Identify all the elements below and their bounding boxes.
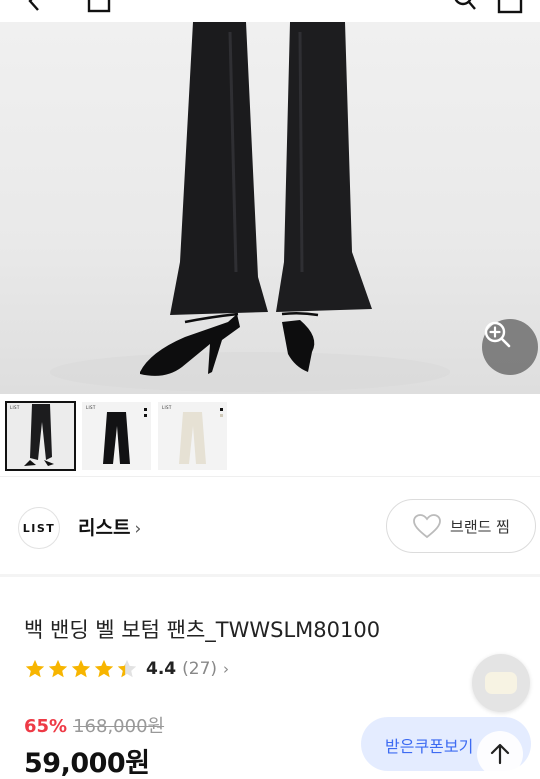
- star-full-icon: [71, 659, 91, 678]
- top-header: [0, 0, 540, 22]
- star-full-icon: [48, 659, 68, 678]
- heart-outline-icon: [413, 514, 441, 539]
- product-main-image[interactable]: [0, 22, 540, 394]
- brand-logo[interactable]: LIST: [18, 507, 60, 549]
- brand-like-button[interactable]: 브랜드 찜: [386, 499, 536, 553]
- arrow-up-icon: [490, 743, 510, 765]
- thumbnail-brand-label: LIST: [86, 405, 96, 410]
- discount-rate: 65%: [24, 716, 68, 737]
- brand-like-label: 브랜드 찜: [450, 517, 510, 536]
- brand-logo-text: LIST: [22, 521, 56, 535]
- scroll-to-top-button[interactable]: [477, 731, 523, 777]
- model-wearing-pants-image: [50, 22, 450, 392]
- zoom-in-icon: [484, 321, 511, 348]
- section-divider: [0, 574, 540, 577]
- zoom-button[interactable]: [482, 319, 538, 375]
- sale-price: 59,000원: [24, 748, 150, 779]
- home-icon[interactable]: [86, 0, 112, 14]
- brand-name-link[interactable]: 리스트 ›: [78, 513, 141, 540]
- star-full-icon: [94, 659, 114, 678]
- discount-row: 65% 168,000원: [24, 712, 164, 738]
- thumbnail-ivory-pants[interactable]: LIST: [158, 402, 227, 470]
- recent-product-thumbnail: [485, 672, 517, 694]
- star-full-icon: [25, 659, 45, 678]
- rating-score: 4.4: [146, 659, 177, 679]
- thumbnail-model[interactable]: LIST: [5, 401, 76, 471]
- star-rating: [24, 658, 138, 680]
- thumbnail-brand-label: LIST: [10, 405, 20, 410]
- divider: [0, 476, 540, 477]
- back-arrow-icon[interactable]: [22, 0, 48, 14]
- thumbnail-black-pants[interactable]: LIST: [82, 402, 151, 470]
- product-detail-page: LIST LIST LIST LIST 리스트 › 브랜드 찜 백 밴딩 벨 보…: [0, 0, 540, 779]
- chevron-right-icon: ›: [134, 519, 142, 539]
- search-icon[interactable]: [452, 0, 478, 14]
- thumbnail-strip: LIST LIST LIST: [5, 401, 227, 471]
- chevron-right-icon: ›: [223, 660, 230, 678]
- thumbnail-brand-label: LIST: [162, 405, 172, 410]
- cart-icon[interactable]: [497, 0, 523, 14]
- recent-item-button[interactable]: [472, 654, 530, 712]
- coupon-button-label: 받은쿠폰보기: [385, 737, 474, 756]
- star-partial-icon: [117, 659, 137, 678]
- brand-name: 리스트: [78, 517, 131, 539]
- product-title: 백 밴딩 벨 보텀 팬츠_TWWSLM80100: [24, 618, 381, 642]
- original-price: 168,000원: [73, 716, 165, 737]
- review-count: (27): [182, 659, 218, 679]
- rating-summary[interactable]: 4.4 (27) ›: [24, 656, 229, 682]
